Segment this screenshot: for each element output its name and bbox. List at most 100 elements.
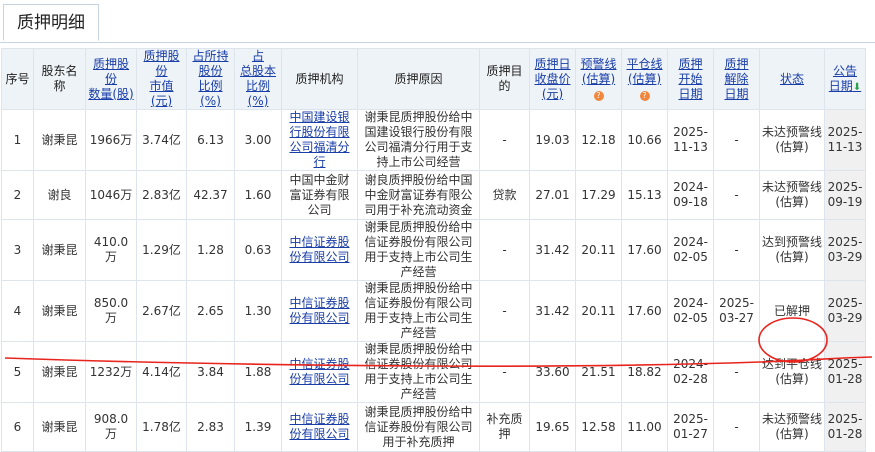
cell-release: 2025-03-27 bbox=[713, 280, 760, 342]
column-header-text: 总股本 bbox=[239, 64, 276, 78]
cell-holder: 谢良 bbox=[33, 170, 86, 220]
cell-release: - bbox=[713, 170, 760, 220]
column-header-text: 收盘价 bbox=[534, 71, 571, 86]
cell-close: 19.65 bbox=[529, 402, 576, 452]
column-header-text: 质押 bbox=[724, 56, 749, 71]
sort-down-arrow-icon[interactable]: ⬇ bbox=[853, 82, 861, 93]
cell-ann: 2025-01-28 bbox=[824, 402, 866, 452]
column-header-text: 比例(%) bbox=[245, 79, 270, 108]
cell-pct-held: 1.28 bbox=[186, 219, 235, 281]
tab-bar: 质押明细 bbox=[0, 0, 875, 43]
cell-holder: 谢秉昆 bbox=[33, 402, 86, 452]
column-header-11[interactable]: 平仓线 (估算)? bbox=[621, 48, 668, 110]
cell-org: 中信证券股份有限公司 bbox=[281, 280, 358, 342]
cell-close: 19.03 bbox=[529, 109, 576, 171]
cell-warn: 17.29 bbox=[575, 170, 622, 220]
cell-no: 6 bbox=[1, 402, 34, 452]
cell-start: 2024-02-05 bbox=[667, 219, 714, 281]
column-header-15[interactable]: 公告 日期⬇ bbox=[824, 48, 866, 110]
column-header-text: 平仓线 bbox=[626, 56, 663, 71]
table-row: 1 谢秉昆 1966万 3.74亿 6.13 3.00 中国建设银行股份有限公司福清分行 谢秉… bbox=[1, 109, 866, 171]
cell-ann: 2025-01-28 bbox=[824, 341, 866, 403]
column-header-8: 质押目的 bbox=[479, 48, 530, 110]
cell-holder: 谢秉昆 bbox=[33, 341, 86, 403]
cell-close: 33.60 bbox=[529, 341, 576, 403]
column-header-text: (元) bbox=[541, 86, 564, 101]
pledge-org-link[interactable]: 中信证券股份有限公司 bbox=[289, 357, 349, 386]
table-row: 4 谢秉昆 850.0万 2.67亿 2.65 1.30 中信证券股份有限公司 谢秉昆质押股份… bbox=[1, 280, 866, 342]
cell-mv: 1.29亿 bbox=[136, 219, 187, 281]
cell-status: 未达预警线(估算) bbox=[759, 402, 825, 452]
column-header-text: 预警线 bbox=[580, 56, 617, 71]
cell-status: 达到预警线(估算) bbox=[759, 219, 825, 281]
cell-liq: 17.60 bbox=[621, 280, 668, 342]
column-header-text: 质押 bbox=[678, 56, 703, 71]
column-header-12[interactable]: 质押 开始 日期 bbox=[667, 48, 714, 110]
cell-holder: 谢秉昆 bbox=[33, 280, 86, 342]
cell-pct-total: 3.00 bbox=[234, 109, 282, 171]
column-header-3[interactable]: 质押股份 市值(元) bbox=[136, 48, 187, 110]
cell-start: 2024-02-05 bbox=[667, 280, 714, 342]
cell-liq: 17.60 bbox=[621, 219, 668, 281]
table-row: 5 谢秉昆 1232万 4.14亿 3.84 1.88 中信证券股份有限公司 谢秉昆质押股份给… bbox=[1, 341, 866, 403]
column-header-text: 质押目的 bbox=[486, 64, 523, 93]
cell-start: 2025-11-13 bbox=[667, 109, 714, 171]
column-header-text: 质押股份 bbox=[143, 49, 180, 79]
column-header-4[interactable]: 占所持 股份 比例(%) bbox=[186, 48, 235, 110]
pledge-detail-table: 序号 股东名称 质押股份 数量(股) 质押股份 市值(元) 占所持 股份 比例(%) 占总股本 比例… bbox=[1, 48, 866, 452]
question-icon[interactable]: ? bbox=[639, 90, 650, 101]
cell-liq: 11.00 bbox=[621, 402, 668, 452]
column-header-10[interactable]: 预警线 (估算)? bbox=[575, 48, 622, 110]
cell-start: 2024-09-18 bbox=[667, 170, 714, 220]
cell-reason: 谢秉昆质押股份给中信证券股份有限公司用于支持上市公司生产经营 bbox=[357, 219, 480, 281]
cell-org: 中信证券股份有限公司 bbox=[281, 341, 358, 403]
pledge-org-link[interactable]: 中国建设银行股份有限公司福清分行 bbox=[289, 111, 349, 170]
column-header-text: 股份 bbox=[198, 64, 223, 78]
cell-no: 2 bbox=[1, 170, 34, 220]
cell-org: 中信证券股份有限公司 bbox=[281, 219, 358, 281]
cell-ann: 2025-11-13 bbox=[824, 109, 866, 171]
cell-qty: 1046万 bbox=[85, 170, 137, 220]
cell-release: - bbox=[713, 402, 760, 452]
cell-status: 已解押 bbox=[759, 280, 825, 342]
cell-pct-held: 2.65 bbox=[186, 280, 235, 342]
table-row: 6 谢秉昆 908.0万 1.78亿 2.83 1.39 中信证券股份有限公司 谢秉昆质押股份… bbox=[1, 402, 866, 452]
cell-mv: 4.14亿 bbox=[136, 341, 187, 403]
column-header-text: (估算) bbox=[627, 71, 662, 86]
cell-status: 未达预警线(估算) bbox=[759, 109, 825, 171]
cell-purpose: 贷款 bbox=[479, 170, 530, 220]
column-header-2[interactable]: 质押股份 数量(股) bbox=[85, 48, 137, 110]
cell-reason: 谢秉昆质押股份给中国建设银行股份有限公司福清分行用于支持上市公司经营 bbox=[357, 109, 480, 171]
pledge-org-link[interactable]: 中信证券股份有限公司 bbox=[289, 412, 349, 441]
cell-reason: 谢秉昆质押股份给中信证券股份有限公司用于补充质押 bbox=[357, 402, 480, 452]
cell-mv: 3.74亿 bbox=[136, 109, 187, 171]
cell-purpose: - bbox=[479, 341, 530, 403]
cell-purpose: 补充质押 bbox=[479, 402, 530, 452]
cell-pct-total: 0.63 bbox=[234, 219, 282, 281]
cell-mv: 1.78亿 bbox=[136, 402, 187, 452]
column-header-5[interactable]: 占总股本 比例(%) bbox=[234, 48, 282, 110]
column-header-text: 公告 bbox=[832, 63, 857, 78]
tab-pledge-detail[interactable]: 质押明细 bbox=[3, 4, 99, 41]
column-header-14[interactable]: 状态 bbox=[759, 48, 825, 110]
column-header-text: 数量(股) bbox=[88, 86, 134, 101]
cell-mv: 2.67亿 bbox=[136, 280, 187, 342]
cell-no: 4 bbox=[1, 280, 34, 342]
cell-close: 27.01 bbox=[529, 170, 576, 220]
pledge-org-link[interactable]: 中信证券股份有限公司 bbox=[289, 296, 349, 325]
cell-warn: 21.51 bbox=[575, 341, 622, 403]
cell-pct-held: 3.84 bbox=[186, 341, 235, 403]
column-header-13[interactable]: 质押 解除 日期 bbox=[713, 48, 760, 110]
cell-no: 3 bbox=[1, 219, 34, 281]
table-header-row: 序号 股东名称 质押股份 数量(股) 质押股份 市值(元) 占所持 股份 比例(%) 占总股本 比例… bbox=[1, 48, 866, 110]
column-header-text: 质押机构 bbox=[295, 71, 344, 86]
column-header-text: 比例(%) bbox=[198, 79, 223, 108]
column-header-9[interactable]: 质押日 收盘价 (元) bbox=[529, 48, 576, 110]
cell-qty: 410.0万 bbox=[85, 219, 137, 281]
cell-release: - bbox=[713, 219, 760, 281]
pledge-org-link[interactable]: 中信证券股份有限公司 bbox=[289, 235, 349, 264]
cell-pct-total: 1.88 bbox=[234, 341, 282, 403]
column-header-text: 占 bbox=[251, 49, 264, 64]
column-header-text: 质押日 bbox=[534, 56, 571, 71]
question-icon[interactable]: ? bbox=[593, 90, 604, 101]
